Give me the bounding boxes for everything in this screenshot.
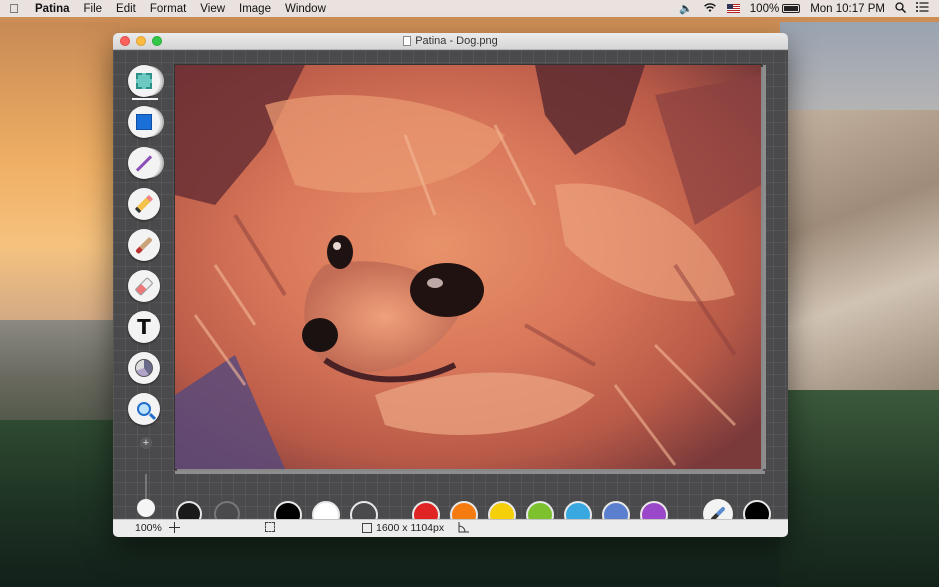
- notification-center-icon[interactable]: [916, 2, 929, 15]
- desktop-cliff-right: [780, 110, 939, 420]
- line-tool-button[interactable]: [128, 147, 160, 179]
- menu-app-name[interactable]: Patina: [28, 3, 77, 15]
- status-bar: 100% 1600 x 1104px: [113, 519, 788, 537]
- desktop-forest-right: [780, 390, 939, 587]
- pencil-icon: [134, 194, 154, 214]
- menu-window[interactable]: Window: [278, 3, 333, 15]
- desktop-sky-right: [780, 22, 939, 122]
- image-dimensions: 1600 x 1104px: [362, 522, 444, 534]
- rectangle-icon: [136, 114, 152, 130]
- image-dimensions-text: 1600 x 1104px: [376, 522, 445, 534]
- vertical-scrollbar[interactable]: [763, 65, 766, 469]
- text-icon: T: [137, 315, 151, 339]
- line-icon: [135, 154, 153, 172]
- pencil-tool-button[interactable]: [128, 188, 160, 220]
- rectangle-tool-button[interactable]: [128, 106, 160, 138]
- editor-area: T + −: [113, 50, 788, 533]
- text-tool-button[interactable]: T: [128, 311, 160, 343]
- horizontal-scrollbar[interactable]: [175, 471, 765, 474]
- app-window: Patina - Dog.png T + 100% 1600 x 1104px: [113, 33, 788, 537]
- battery-status[interactable]: 100%: [749, 2, 801, 15]
- menu-bar:  Patina File Edit Format View Image Win…: [0, 0, 939, 17]
- select-tool-button[interactable]: [128, 65, 160, 97]
- dog-painting: [175, 65, 761, 469]
- battery-percent: 100%: [749, 2, 780, 15]
- active-tool-indicator: [132, 98, 158, 100]
- volume-icon[interactable]: 🔈: [679, 2, 693, 15]
- menu-edit[interactable]: Edit: [109, 3, 143, 15]
- image-size-icon: [362, 523, 372, 533]
- desktop-sky-left: [0, 22, 120, 342]
- menu-image[interactable]: Image: [232, 3, 278, 15]
- fill-icon: [135, 359, 153, 377]
- wifi-icon[interactable]: [703, 2, 717, 16]
- selection-box-icon: [265, 522, 275, 532]
- eraser-icon: [134, 276, 154, 296]
- selection-icon: [136, 73, 152, 89]
- menu-file[interactable]: File: [77, 3, 110, 15]
- status-menus: 🔈 100% Mon 10:17 PM: [679, 1, 939, 16]
- zoom-tool-button[interactable]: [128, 393, 160, 425]
- angle-icon: [458, 522, 469, 533]
- menu-format[interactable]: Format: [143, 3, 193, 15]
- apple-menu-icon[interactable]: : [0, 1, 28, 16]
- selection-size-icon: [265, 522, 275, 532]
- zoom-level[interactable]: 100%: [135, 522, 162, 534]
- title-bar[interactable]: Patina - Dog.png: [113, 33, 788, 50]
- battery-icon: [782, 4, 801, 13]
- brush-tool-button[interactable]: [128, 229, 160, 261]
- cursor-position-icon: [169, 522, 180, 533]
- menu-view[interactable]: View: [193, 3, 232, 15]
- input-source-flag-icon[interactable]: [726, 4, 740, 13]
- window-title: Patina - Dog.png: [113, 35, 788, 47]
- spotlight-search-icon[interactable]: [895, 1, 907, 16]
- brush-size-knob[interactable]: [137, 499, 155, 517]
- window-title-text: Patina - Dog.png: [415, 35, 498, 47]
- magnifier-icon: [137, 402, 151, 416]
- eraser-tool-button[interactable]: [128, 270, 160, 302]
- fill-tool-button[interactable]: [128, 352, 160, 384]
- menu-clock[interactable]: Mon 10:17 PM: [810, 3, 885, 15]
- increase-size-button[interactable]: +: [140, 437, 152, 449]
- document-icon: [403, 36, 412, 46]
- image-canvas[interactable]: [175, 65, 761, 469]
- brush-icon: [135, 236, 153, 254]
